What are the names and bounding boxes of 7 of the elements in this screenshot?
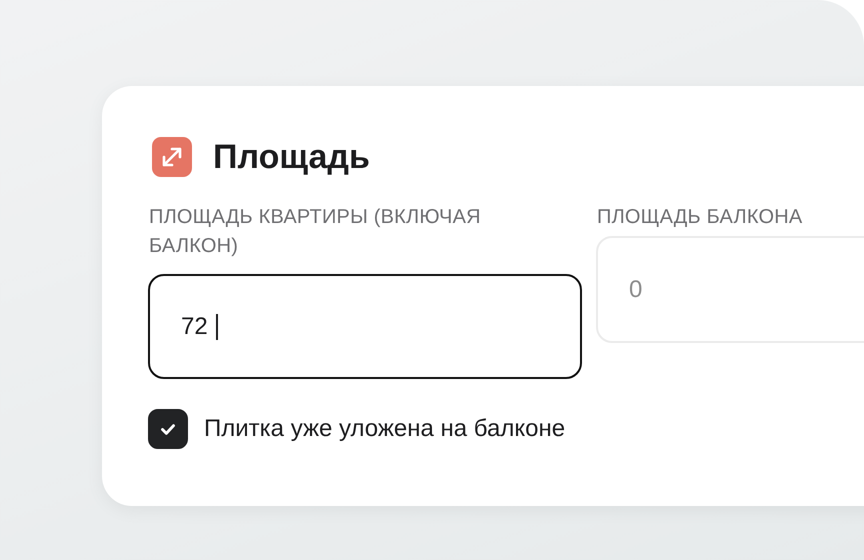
field-label: ПЛОЩАДЬ БАЛКОНА — [596, 205, 804, 230]
field-label: ПЛОЩАДЬ КВАРТИРЫ (ВКЛЮЧАЯ БАЛКОН) — [148, 205, 482, 259]
section-title: Площадь — [213, 138, 370, 176]
resize-arrows-icon — [152, 137, 192, 177]
input-field[interactable]: 72 — [148, 274, 582, 379]
checkbox[interactable] — [148, 409, 188, 449]
checkbox-label: Плитка уже уложена на балконе — [204, 415, 566, 443]
